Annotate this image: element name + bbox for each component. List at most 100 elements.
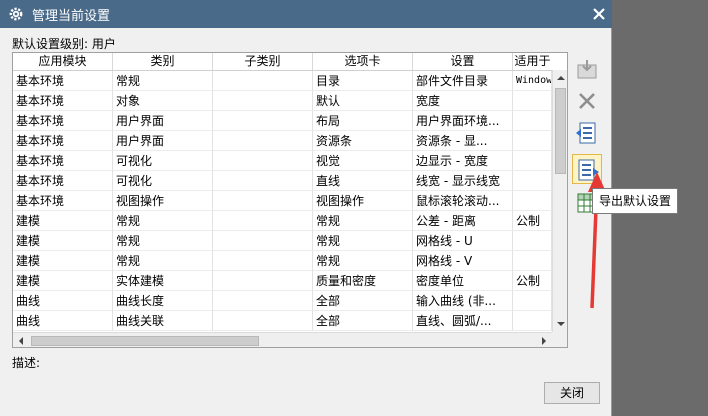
table-cell: 资源条 - 显... — [413, 131, 513, 151]
table-cell: 目录 — [313, 71, 413, 91]
table-cell: 建模 — [13, 231, 113, 251]
table-cell: Windows — [513, 71, 552, 91]
table-cell: 基本环境 — [13, 71, 113, 91]
table-row[interactable]: 基本环境常规 目录部件文件目录Windows — [13, 71, 552, 91]
table-row[interactable]: 曲线 曲线长度 全部 输入曲线 (非... — [13, 291, 552, 311]
table-cell: 线宽 - 显示线宽 — [413, 171, 513, 191]
horizontal-scroll-thumb[interactable] — [31, 336, 259, 346]
vertical-scrollbar[interactable] — [552, 70, 568, 332]
table-cell: 常规 — [313, 251, 413, 271]
column-header[interactable]: 类别 — [113, 53, 213, 70]
close-icon[interactable] — [590, 5, 608, 23]
table-row[interactable]: 建模 实体建模 质量和密度 密度单位 公制 — [13, 271, 552, 291]
table-cell: 公制 — [513, 211, 552, 231]
table-cell: 宽度 — [413, 91, 513, 111]
import-settings-button[interactable] — [572, 118, 602, 148]
table-row[interactable]: 基本环境 可视化 视觉 边显示 - 宽度 — [13, 151, 552, 171]
table-cell: 常规 — [313, 231, 413, 251]
description-label: 描述: — [12, 356, 41, 370]
table-row[interactable]: 曲线 曲线关联 全部 直线、圆弧/... — [13, 311, 552, 331]
table-cell: 常规 — [113, 251, 213, 271]
table-cell — [513, 171, 552, 191]
table-cell: 常规 — [313, 211, 413, 231]
table-cell: 可视化 — [113, 171, 213, 191]
table-row[interactable]: 建模 常规 常规 网格线 - V — [13, 251, 552, 271]
table-cell: 全部 — [313, 311, 413, 331]
table-cell: 建模 — [13, 211, 113, 231]
table-cell — [513, 291, 552, 311]
import-settings-icon — [576, 122, 596, 144]
table-cell — [213, 251, 313, 271]
column-header[interactable]: 选项卡 — [313, 53, 413, 70]
horizontal-scrollbar[interactable] — [13, 332, 552, 348]
table-cell — [513, 131, 552, 151]
table-cell: 建模 — [13, 271, 113, 291]
table-cell — [213, 291, 313, 311]
table-cell: 基本环境 — [13, 91, 113, 111]
table-cell — [213, 171, 313, 191]
import-button[interactable] — [572, 54, 602, 84]
delete-icon — [579, 93, 595, 109]
table-cell: 公差 - 距离 — [413, 211, 513, 231]
vertical-scroll-thumb[interactable] — [555, 88, 566, 174]
table-cell: 边显示 - 宽度 — [413, 151, 513, 171]
table-cell: 曲线 — [13, 291, 113, 311]
table-cell: 基本环境 — [13, 171, 113, 191]
table-cell: 实体建模 — [113, 271, 213, 291]
title-bar[interactable]: 管理当前设置 — [0, 0, 612, 28]
table-cell: 直线 — [313, 171, 413, 191]
table-cell — [513, 191, 552, 211]
table-cell: 质量和密度 — [313, 271, 413, 291]
table-cell: 用户界面 — [113, 131, 213, 151]
scroll-left-icon[interactable] — [13, 333, 29, 348]
table-cell: 曲线关联 — [113, 311, 213, 331]
table-header: 应用模块 类别 子类别 选项卡 设置 适用于 — [13, 53, 552, 71]
table-cell — [213, 131, 313, 151]
table-cell — [513, 151, 552, 171]
table-row[interactable]: 基本环境 用户界面 资源条 资源条 - 显... — [13, 131, 552, 151]
table-cell — [513, 111, 552, 131]
column-header[interactable]: 应用模块 — [13, 53, 113, 70]
delete-button[interactable] — [572, 86, 602, 116]
table-cell: 常规 — [113, 211, 213, 231]
table-cell — [213, 191, 313, 211]
close-button[interactable]: 关闭 — [544, 382, 600, 404]
table-cell: 全部 — [313, 291, 413, 311]
table-row[interactable]: 基本环境 可视化 直线 线宽 - 显示线宽 — [13, 171, 552, 191]
table-cell: 基本环境 — [13, 131, 113, 151]
scroll-corner — [552, 332, 567, 347]
table-cell — [513, 231, 552, 251]
export-tooltip: 导出默认设置 — [592, 188, 679, 214]
scroll-down-icon[interactable] — [553, 316, 568, 332]
table-row[interactable]: 建模 常规 常规 公差 - 距离 公制 — [13, 211, 552, 231]
table-cell — [213, 231, 313, 251]
table-cell: 建模 — [13, 251, 113, 271]
table-cell — [213, 311, 313, 331]
table-row[interactable]: 基本环境 视图操作 视图操作 鼠标滚轮滚动... — [13, 191, 552, 211]
column-header[interactable]: 子类别 — [213, 53, 313, 70]
table-cell — [513, 251, 552, 271]
table-cell: 基本环境 — [13, 191, 113, 211]
manage-settings-dialog: 管理当前设置 默认设置级别: 用户 应用模块 类别 子类别 选项卡 设置 适用于… — [0, 0, 612, 416]
table-row[interactable]: 建模 常规 常规 网格线 - U — [13, 231, 552, 251]
column-header[interactable]: 适用于 — [513, 53, 552, 70]
table-cell: 公制 — [513, 271, 552, 291]
table-cell: 用户界面环境... — [413, 111, 513, 131]
default-level-label: 默认设置级别: 用户 — [12, 37, 116, 51]
table-cell — [213, 111, 313, 131]
table-cell — [213, 71, 313, 91]
table-cell: 基本环境 — [13, 111, 113, 131]
table-cell — [513, 91, 552, 111]
scroll-right-icon[interactable] — [536, 333, 552, 348]
table-row[interactable]: 基本环境 用户界面 布局 用户界面环境... — [13, 111, 552, 131]
table-cell: 可视化 — [113, 151, 213, 171]
table-row[interactable]: 基本环境 对象 默认 宽度 — [13, 91, 552, 111]
table-cell: 视图操作 — [313, 191, 413, 211]
settings-table[interactable]: 应用模块 类别 子类别 选项卡 设置 适用于 基本环境 常规 目录 部件文件目录 Win… — [12, 52, 568, 348]
table-cell: 用户界面 — [113, 111, 213, 131]
column-header[interactable]: 设置 — [413, 53, 513, 70]
table-cell: 鼠标滚轮滚动... — [413, 191, 513, 211]
scroll-up-icon[interactable] — [553, 70, 568, 86]
table-cell: 常规 — [113, 231, 213, 251]
table-cell: 基本环境 — [13, 151, 113, 171]
